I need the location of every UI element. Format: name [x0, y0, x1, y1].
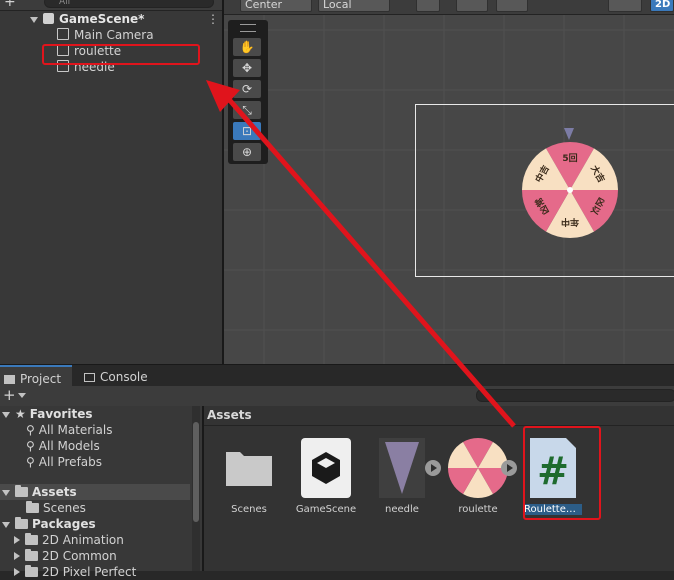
tree-item-scenes[interactable]: Scenes	[26, 500, 86, 516]
asset-gamescene[interactable]: GameScene	[293, 438, 359, 515]
breadcrumb-divider	[204, 425, 674, 426]
favorite-item[interactable]: ⚲ All Materials	[26, 422, 113, 438]
hierarchy-toolbar: + All	[0, 0, 222, 11]
tree-item-package[interactable]: 2D Pixel Perfect	[14, 564, 136, 580]
drag-handle-icon[interactable]	[240, 24, 256, 32]
assets-row[interactable]: Assets	[0, 484, 190, 500]
tab-project[interactable]: Project	[0, 365, 72, 387]
scale-tool-icon[interactable]: ⤡	[233, 101, 261, 119]
pivot-dropdown[interactable]: Center	[240, 0, 312, 12]
expand-sprite-icon[interactable]	[425, 460, 441, 476]
more-options-icon[interactable]: ⋮	[207, 11, 219, 27]
unity-scene-icon	[43, 13, 54, 24]
snap-increment-button[interactable]	[456, 0, 488, 12]
folder-icon	[15, 485, 28, 497]
expand-arrow-icon[interactable]	[2, 522, 10, 528]
scene-root-row[interactable]: GameScene*	[30, 11, 144, 27]
hierarchy-item-main-camera[interactable]: Main Camera	[57, 27, 154, 43]
favorites-row[interactable]: ★ Favorites	[2, 406, 92, 422]
folder-icon	[25, 565, 38, 577]
favorite-item[interactable]: ⚲ All Prefabs	[26, 454, 102, 470]
grid-snap-button[interactable]	[416, 0, 440, 12]
expand-arrow-icon[interactable]	[30, 17, 38, 23]
tree-scrollbar[interactable]	[192, 406, 200, 571]
breadcrumb[interactable]: Assets	[207, 408, 252, 422]
unity-scene-icon	[301, 438, 351, 498]
folder-icon	[4, 375, 15, 384]
project-toolbar: +	[0, 386, 674, 407]
roulette-highlight-box	[42, 44, 200, 65]
folder-icon	[26, 501, 39, 513]
rotate-tool-icon[interactable]: ⟳	[233, 80, 261, 98]
roulette-segment-label: 年中	[561, 216, 579, 228]
create-icon[interactable]: +	[3, 386, 16, 404]
console-icon	[84, 373, 95, 382]
collapse-arrow-icon[interactable]	[14, 552, 20, 560]
packages-row[interactable]: Packages	[2, 516, 96, 532]
expand-arrow-icon[interactable]	[2, 490, 10, 496]
project-search-input[interactable]	[476, 389, 674, 402]
folder-icon	[15, 517, 28, 529]
folder-icon	[25, 549, 38, 561]
collapse-arrow-icon[interactable]	[14, 536, 20, 544]
asset-scenes[interactable]: Scenes	[216, 438, 282, 515]
expand-sprite-icon[interactable]	[501, 460, 517, 476]
collapse-arrow-icon[interactable]	[14, 568, 20, 576]
folder-icon	[226, 452, 272, 486]
tool-palette: ✋ ✥ ⟳ ⤡ ⊡ ⊕	[228, 20, 268, 164]
hand-tool-icon[interactable]: ✋	[233, 38, 261, 56]
tree-item-package[interactable]: 2D Animation	[14, 532, 124, 548]
draw-mode-button[interactable]	[608, 0, 642, 12]
grid-visibility-button[interactable]	[496, 0, 528, 12]
add-icon[interactable]: +	[4, 0, 16, 10]
transform-tool-icon[interactable]: ⊕	[233, 143, 261, 161]
script-highlight-box	[523, 426, 601, 520]
tree-scrollbar-thumb[interactable]	[193, 422, 199, 522]
create-dropdown-icon[interactable]	[18, 393, 26, 398]
search-icon: ⚲	[26, 423, 35, 437]
move-tool-icon[interactable]: ✥	[233, 59, 261, 77]
space-dropdown[interactable]: Local	[318, 0, 390, 12]
bottom-tab-bar: Project Console	[0, 364, 674, 387]
star-icon: ★	[15, 407, 26, 421]
favorite-item[interactable]: ⚲ All Models	[26, 438, 100, 454]
roulette-wheel[interactable]: 5回大吉凶以年中凶常中吉	[520, 140, 620, 240]
scene-name: GameScene*	[59, 12, 145, 26]
search-icon: ⚲	[26, 455, 35, 469]
gameobject-icon	[57, 28, 69, 40]
rect-tool-icon[interactable]: ⊡	[233, 122, 261, 140]
2d-mode-toggle[interactable]: 2D	[650, 0, 674, 12]
folder-icon	[25, 533, 38, 545]
hierarchy-search-input[interactable]: All	[44, 0, 214, 8]
roulette-segment-label: 5回	[562, 153, 577, 164]
expand-arrow-icon[interactable]	[2, 412, 10, 418]
project-tree: ★ Favorites ⚲ All Materials ⚲ All Models ⚲ A…	[0, 406, 202, 579]
scene-toolbar: Center Local 2D	[224, 0, 674, 15]
tree-item-package[interactable]: 2D Common	[14, 548, 117, 564]
tab-console[interactable]: Console	[84, 365, 148, 387]
search-icon: ⚲	[26, 439, 35, 453]
